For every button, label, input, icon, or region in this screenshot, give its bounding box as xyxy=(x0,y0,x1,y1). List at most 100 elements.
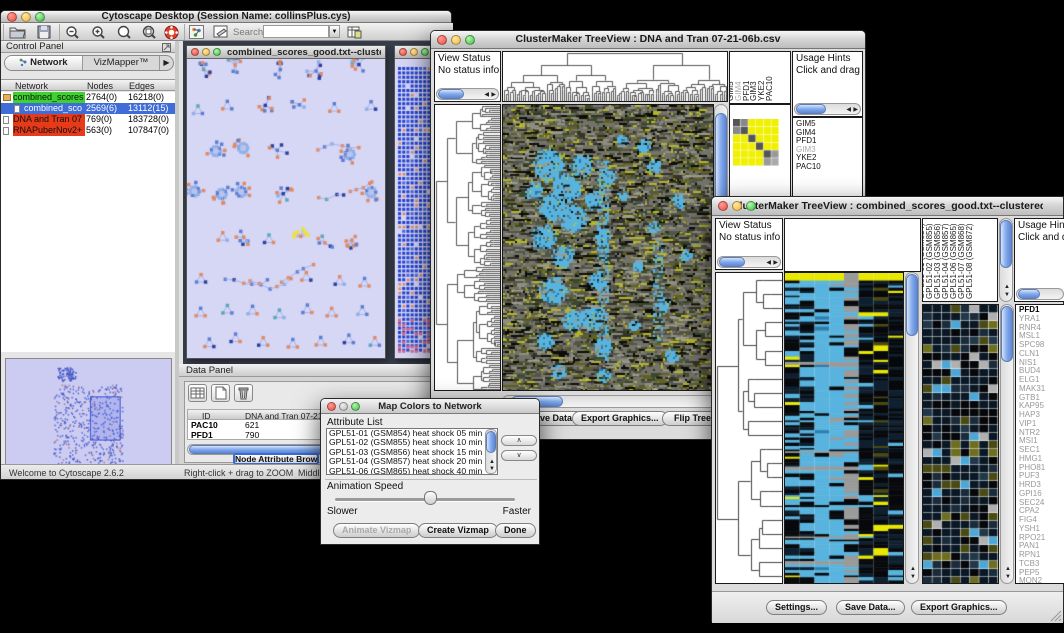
attribute-list-scrollbar[interactable]: ▲▼ xyxy=(485,429,497,474)
help-lifebuoy-icon[interactable] xyxy=(164,25,179,40)
tv2-usage-hints-panel: Usage Hints Click and drag xyxy=(1014,218,1064,302)
main-titlebar[interactable]: Cytoscape Desktop (Session Name: collins… xyxy=(1,11,451,23)
network-list-empty-area xyxy=(1,136,175,352)
zoom-button[interactable] xyxy=(351,402,360,411)
frame-zoom-button[interactable] xyxy=(213,48,221,56)
minimize-button[interactable] xyxy=(21,12,31,22)
tv2-usage-scrollbar[interactable] xyxy=(1016,288,1064,300)
move-up-button[interactable]: ∧ xyxy=(501,435,537,446)
minimize-button[interactable] xyxy=(451,35,461,45)
tv1-heatmap[interactable] xyxy=(502,104,714,391)
resize-grip[interactable] xyxy=(1050,610,1062,622)
tv1-status-scrollbar[interactable]: ◀▶ xyxy=(436,88,499,100)
close-button[interactable] xyxy=(327,402,336,411)
tv1-row-dendrogram[interactable] xyxy=(434,104,501,391)
tv2-zoom-vscrollbar[interactable]: ▲▼ xyxy=(1000,304,1014,584)
tv2-row-dendrogram[interactable] xyxy=(715,272,783,584)
control-panel-header: Control Panel xyxy=(1,41,175,53)
frame-minimize-button[interactable] xyxy=(410,48,418,56)
gene-label[interactable]: PAC10 xyxy=(796,163,821,172)
network-frame-1: combined_scores_good.txt--cluste... xyxy=(186,45,386,359)
network-list-item[interactable]: combined_scores2764(0)16218(0) xyxy=(1,92,175,103)
done-button[interactable]: Done xyxy=(495,523,536,538)
view-status-text: No status info f xyxy=(435,64,500,76)
frame1-titlebar[interactable]: combined_scores_good.txt--cluste... xyxy=(187,46,385,59)
tv2-heatmap-vscrollbar[interactable]: ▲▼ xyxy=(905,272,919,584)
tv1-titlebar[interactable]: ClusterMaker TreeView : DNA and Tran 07-… xyxy=(431,31,865,49)
tv2-titlebar[interactable]: ClusterMaker TreeView : combined_scores_… xyxy=(712,197,1063,216)
close-button[interactable] xyxy=(437,35,447,45)
network-list-item[interactable]: RNAPuberNov2+563(0)107847(0) xyxy=(1,125,175,136)
zoom-button[interactable] xyxy=(746,201,756,211)
tv1-correlation-matrix[interactable] xyxy=(733,119,779,166)
close-button[interactable] xyxy=(718,201,728,211)
zoom-fit-icon[interactable] xyxy=(142,25,157,40)
animate-vizmap-button[interactable]: Animate Vizmap xyxy=(333,523,420,538)
usage-hints-title: Usage Hints xyxy=(793,52,862,64)
minimize-button[interactable] xyxy=(732,201,742,211)
gene-label[interactable]: MON2 xyxy=(1019,577,1045,584)
new-attribute-icon[interactable] xyxy=(211,384,230,402)
view-status-title: View Status xyxy=(716,219,782,231)
tab-network[interactable]: Network xyxy=(5,56,83,70)
table-mode-icon[interactable] xyxy=(188,384,207,402)
zoom-button[interactable] xyxy=(35,12,45,22)
window-title: Cytoscape Desktop (Session Name: collins… xyxy=(21,11,431,22)
tv2-heatmap[interactable] xyxy=(784,272,904,584)
search-input[interactable] xyxy=(263,25,329,38)
main-toolbar: Search: ▼ xyxy=(1,23,453,41)
attribute-item[interactable]: GPL51-06 (GSM865) heat shock 40 min xyxy=(327,467,497,475)
tv2-zoom-heatmap[interactable] xyxy=(922,304,999,584)
frame-zoom-button[interactable] xyxy=(421,48,429,56)
tv1-column-dendrogram[interactable] xyxy=(502,51,728,102)
usage-hints-text: Click and drag xyxy=(1015,231,1064,243)
close-button[interactable] xyxy=(7,12,17,22)
zoom-out-icon[interactable] xyxy=(65,25,80,40)
frame-close-button[interactable] xyxy=(399,48,407,56)
import-table-icon[interactable] xyxy=(347,25,362,39)
tv2-status-scrollbar[interactable]: ◀▶ xyxy=(717,256,781,268)
float-panel-icon[interactable] xyxy=(162,43,171,52)
network-view-canvas[interactable] xyxy=(187,59,385,358)
data-panel-header: Data Panel xyxy=(179,364,453,377)
usage-hints-title: Usage Hints xyxy=(1015,219,1064,231)
save-data-button[interactable]: Save Data... xyxy=(836,600,905,615)
network-node-icon[interactable] xyxy=(189,25,204,39)
tv2-column-labels: GPL51-01 (GSM854)GPL51-02 (GSM855)GPL51-… xyxy=(922,218,998,302)
tv1-usage-scrollbar[interactable]: ◀▶ xyxy=(794,103,861,115)
tv2-labels-vscrollbar[interactable]: ▲▼ xyxy=(999,218,1013,302)
map-colors-dialog: Map Colors to Network Attribute List GPL… xyxy=(320,398,540,545)
tab-vizmapper[interactable]: VizMapper™ xyxy=(83,56,159,70)
create-vizmap-button[interactable]: Create Vizmap xyxy=(418,523,498,538)
export-graphics-button[interactable]: Export Graphics... xyxy=(572,411,668,426)
birdseye-view-canvas[interactable] xyxy=(5,358,172,470)
search-label: Search: xyxy=(230,26,266,38)
save-icon[interactable] xyxy=(37,25,51,39)
tv2-title: ClusterMaker TreeView : combined_scores_… xyxy=(732,200,1043,212)
slider-thumb[interactable] xyxy=(424,491,437,505)
view-status-title: View Status xyxy=(435,52,500,64)
attribute-list[interactable]: GPL51-01 (GSM854) heat shock 05 minGPL51… xyxy=(326,428,498,475)
move-down-button[interactable]: ∨ xyxy=(501,450,537,461)
tv1-column-labels: GIM5GIM4PFD1GIM3YKE2PAC10 xyxy=(729,51,791,104)
network-list-item[interactable]: combined_sco2569(6)13112(15) xyxy=(1,103,175,114)
frame-close-button[interactable] xyxy=(191,48,199,56)
export-graphics-button[interactable]: Export Graphics... xyxy=(911,600,1007,615)
network-list: combined_scores2764(0)16218(0)combined_s… xyxy=(1,92,175,136)
frame-minimize-button[interactable] xyxy=(202,48,210,56)
tv1-title: ClusterMaker TreeView : DNA and Tran 07-… xyxy=(451,33,845,45)
dialog-titlebar[interactable]: Map Colors to Network xyxy=(321,399,539,414)
open-folder-icon[interactable] xyxy=(9,25,26,39)
zoom-button[interactable] xyxy=(465,35,475,45)
zoom-selected-icon[interactable] xyxy=(117,25,132,40)
network-list-item[interactable]: DNA and Tran 07769(0)183728(0) xyxy=(1,114,175,125)
zoom-in-icon[interactable] xyxy=(91,25,106,40)
settings-button[interactable]: Settings... xyxy=(766,600,827,615)
annotation-icon[interactable] xyxy=(213,25,229,39)
delete-attribute-icon[interactable] xyxy=(234,384,253,402)
search-dropdown-button[interactable]: ▼ xyxy=(329,25,340,38)
minimize-button[interactable] xyxy=(339,402,348,411)
tv2-column-tree-area[interactable] xyxy=(784,218,921,272)
status-hint-zoom: Right-click + drag to ZOOM xyxy=(184,468,293,478)
tabs-more-button[interactable]: ▶ xyxy=(159,56,173,70)
